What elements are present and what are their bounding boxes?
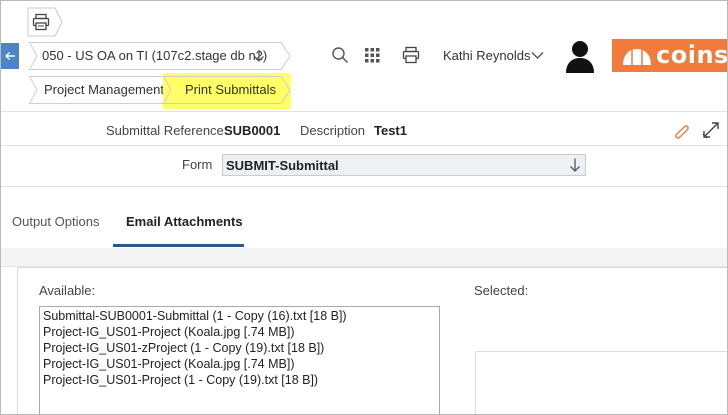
printer-icon: [32, 13, 50, 31]
submittal-reference-label: Submittal Reference: [106, 123, 224, 138]
tab-email-attachments[interactable]: Email Attachments: [126, 214, 243, 229]
selected-label: Selected:: [474, 283, 529, 298]
chevron-down-icon[interactable]: [531, 51, 544, 60]
printer-icon[interactable]: [402, 46, 420, 64]
breadcrumb-print-submittals[interactable]: Print Submittals: [163, 73, 291, 109]
chevron-down-icon: [570, 158, 580, 172]
back-arrow-icon: [5, 52, 15, 60]
project-selector-label: 050 - US OA on TI (107c2.stage db n2): [42, 48, 268, 63]
description-value: Test1: [374, 123, 407, 138]
expand-icon[interactable]: [700, 119, 722, 141]
submittal-reference-value: SUB0001: [224, 123, 281, 138]
list-item[interactable]: Project-IG_US01-Project (1 - Copy (19).t…: [43, 372, 436, 388]
project-selector[interactable]: 050 - US OA on TI (107c2.stage db n2): [29, 42, 291, 70]
divider: [1, 186, 727, 187]
apps-grid-icon[interactable]: [365, 48, 380, 63]
tab-output-options[interactable]: Output Options: [12, 214, 99, 229]
breadcrumb-label: Print Submittals: [185, 82, 277, 97]
selected-list[interactable]: [475, 351, 727, 414]
divider: [1, 111, 727, 112]
coins-logo: coins: [612, 39, 728, 72]
breadcrumb-project-management[interactable]: Project Management: [29, 76, 174, 104]
list-item[interactable]: Project-IG_US01-Project (Koala.jpg [.74 …: [43, 356, 436, 372]
available-list[interactable]: Submittal-SUB0001-Submittal (1 - Copy (1…: [39, 306, 440, 414]
description-label: Description: [300, 123, 366, 138]
chevron-down-icon: [254, 50, 264, 62]
print-button[interactable]: [27, 7, 63, 37]
form-select-value: SUBMIT-Submittal: [226, 158, 339, 173]
form-label: Form: [182, 157, 213, 172]
list-item[interactable]: Project-IG_US01-Project (Koala.jpg [.74 …: [43, 324, 436, 340]
form-select[interactable]: SUBMIT-Submittal: [222, 154, 586, 176]
available-label: Available:: [39, 283, 96, 298]
divider: [1, 145, 727, 146]
breadcrumb-label: Project Management: [44, 82, 164, 97]
app-window: 050 - US OA on TI (107c2.stage db n2) Pr…: [0, 0, 728, 415]
list-item[interactable]: Submittal-SUB0001-Submittal (1 - Copy (1…: [43, 308, 436, 324]
active-tab-indicator: [113, 244, 244, 247]
content-band: [1, 248, 727, 267]
search-icon[interactable]: [331, 46, 349, 64]
list-item[interactable]: Project-IG_US01-zProject (1 - Copy (19).…: [43, 340, 436, 356]
user-avatar-icon[interactable]: [564, 39, 596, 73]
logo-text: coins: [656, 41, 728, 69]
user-menu[interactable]: Kathi Reynolds: [443, 48, 530, 63]
back-button[interactable]: [1, 43, 19, 69]
attachment-tag-icon[interactable]: [673, 121, 691, 139]
